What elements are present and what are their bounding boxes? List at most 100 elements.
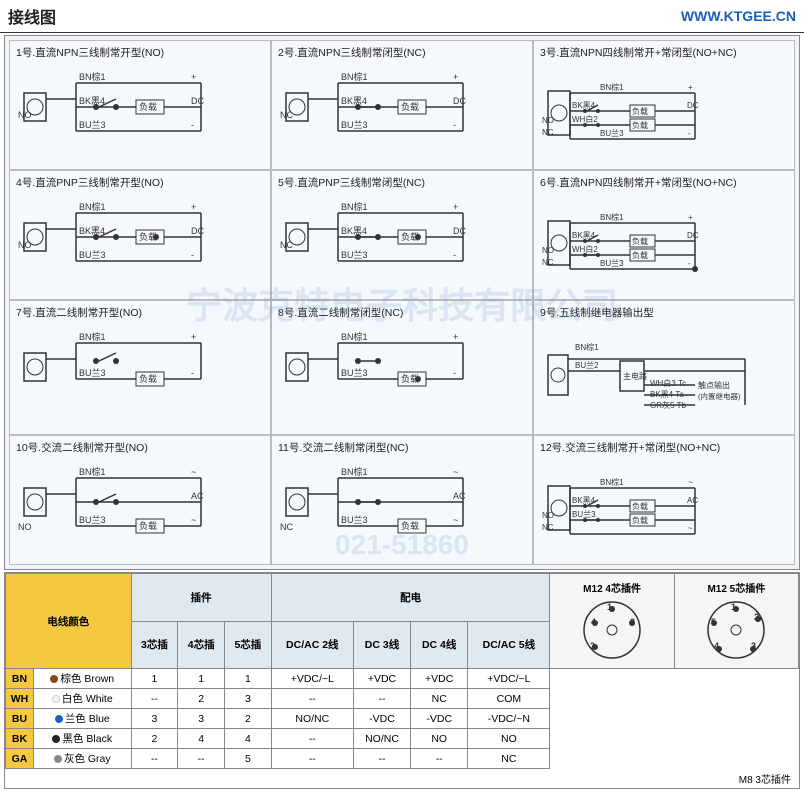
svg-text:+: + xyxy=(688,213,693,222)
power-value: NC xyxy=(468,749,550,769)
svg-text:NC: NC xyxy=(542,523,554,532)
power-value: +VDC xyxy=(411,669,468,689)
plugin-value: 3 xyxy=(131,709,178,729)
svg-text:DC: DC xyxy=(191,226,204,236)
power-value: -- xyxy=(271,749,353,769)
svg-text:NO: NO xyxy=(18,240,32,250)
wire-name: 兰色 Blue xyxy=(34,709,132,729)
diagram-6-title: 6号.直流NPN四线制常开+常闭型(NO+NC) xyxy=(540,175,788,190)
svg-text:负载: 负载 xyxy=(632,515,648,525)
svg-text:~: ~ xyxy=(191,467,196,477)
svg-text:BU兰3: BU兰3 xyxy=(79,249,106,260)
power-value: NO xyxy=(411,729,468,749)
svg-text:+: + xyxy=(191,332,196,342)
power-col-dc5: DC/AC 5线 xyxy=(468,621,550,669)
svg-text:BK黑4: BK黑4 xyxy=(341,96,367,106)
diagram-5-svg: NC BN棕1 + BK黑4 负载 DC BU兰3 - xyxy=(278,193,488,281)
svg-text:WH白3 Tc: WH白3 Tc xyxy=(650,378,686,388)
svg-text:NO: NO xyxy=(18,110,32,120)
page-title: 接线图 xyxy=(8,4,56,28)
svg-text:~: ~ xyxy=(688,478,693,487)
svg-text:~: ~ xyxy=(191,515,196,525)
m12-5pin-diagram: 1 2 3 4 5 xyxy=(701,597,771,662)
svg-text:WH白2: WH白2 xyxy=(572,114,598,124)
plugin-value: 3 xyxy=(225,689,272,709)
power-value: -- xyxy=(271,689,353,709)
diagram-6: 6号.直流NPN四线制常开+常闭型(NO+NC) NO NC BN棕1 + BK… xyxy=(533,170,795,300)
table-row: BU兰色 Blue332NO/NC-VDC-VDC-VDC/~N xyxy=(6,709,799,729)
m12-4pin-area: M12 4芯插件 1 2 3 4 xyxy=(554,578,669,664)
svg-text:BN棕1: BN棕1 xyxy=(79,201,106,212)
power-value: -VDC xyxy=(411,709,468,729)
svg-text:负载: 负载 xyxy=(632,106,648,116)
diagram-4-title: 4号.直流PNP三线制常开型(NO) xyxy=(16,175,264,190)
diagram-8-svg: BN棕1 + BU兰3 负载 - xyxy=(278,323,488,411)
svg-text:-: - xyxy=(191,250,194,260)
wire-name: 白色 White xyxy=(34,689,132,709)
power-value: -- xyxy=(271,729,353,749)
svg-text:AC: AC xyxy=(191,491,204,501)
power-value: +VDC xyxy=(353,669,410,689)
wire-name: 灰色 Gray xyxy=(34,749,132,769)
diagram-4: 4号.直流PNP三线制常开型(NO) NO BN棕1 + BK黑4 负载 DC … xyxy=(9,170,271,300)
power-value: COM xyxy=(468,689,550,709)
svg-text:负载: 负载 xyxy=(632,501,648,511)
wire-table-area: 电线颜色 插件 配电 M12 4芯插件 1 2 xyxy=(4,572,800,789)
m12-4pin-diagram: 1 2 3 4 xyxy=(577,597,647,662)
diagram-10-svg: NO BN棕1 ~ AC BU兰3 负载 ~ xyxy=(16,458,226,546)
plugin-value: 1 xyxy=(178,669,225,689)
power-col-dc3: DC 3线 xyxy=(353,621,410,669)
svg-text:DC: DC xyxy=(453,96,466,106)
svg-text:主电路: 主电路 xyxy=(623,371,647,381)
svg-text:-: - xyxy=(191,368,194,378)
plugin-value: 2 xyxy=(131,729,178,749)
plugin-header: 插件 xyxy=(131,574,271,622)
svg-text:NC: NC xyxy=(542,258,554,267)
color-indicator xyxy=(52,735,60,743)
table-row: BN棕色 Brown111+VDC/~L+VDC+VDC+VDC/~L xyxy=(6,669,799,689)
svg-text:BK黑4: BK黑4 xyxy=(79,226,105,236)
color-indicator xyxy=(52,695,60,703)
svg-text:NC: NC xyxy=(280,240,293,250)
m8-label: M8 3芯插件 xyxy=(5,769,799,788)
svg-text:BN棕1: BN棕1 xyxy=(79,466,106,477)
svg-text:NC: NC xyxy=(280,522,293,532)
svg-text:BU兰3: BU兰3 xyxy=(79,367,106,378)
plugin-value: 4 xyxy=(178,729,225,749)
power-value: -VDC xyxy=(353,709,410,729)
svg-text:BN棕1: BN棕1 xyxy=(79,71,106,82)
diagram-10: 10号.交流二线制常开型(NO) NO BN棕1 ~ AC BU兰3 负载 ~ xyxy=(9,435,271,565)
diagram-8-title: 8号.直流二线制常闭型(NC) xyxy=(278,305,526,320)
plugin-value: -- xyxy=(131,689,178,709)
m12-4pin-label: M12 4芯插件 xyxy=(583,580,641,595)
svg-text:BU兰3: BU兰3 xyxy=(341,249,368,260)
plugin-value: 5 xyxy=(225,749,272,769)
plugin-value: 2 xyxy=(178,689,225,709)
wire-abbr: BK xyxy=(6,729,34,749)
svg-text:DC: DC xyxy=(453,226,466,236)
svg-text:BN棕1: BN棕1 xyxy=(575,342,599,352)
header: 接线图 WWW.KTGEE.CN xyxy=(0,0,804,33)
m12-5pin-area: M12 5芯插件 1 2 3 4 5 xyxy=(679,578,794,664)
plugin-col-4: 4芯插 xyxy=(178,621,225,669)
plugin-value: 3 xyxy=(178,709,225,729)
table-row: WH白色 White--23----NCCOM xyxy=(6,689,799,709)
wiring-diagrams-area: 宁波克特电子科技有限公司 021-51860 1号.直流NPN三线制常开型(NO… xyxy=(4,35,800,570)
wire-abbr: BU xyxy=(6,709,34,729)
wire-name: 棕色 Brown xyxy=(34,669,132,689)
website-url: WWW.KTGEE.CN xyxy=(681,8,796,24)
plugin-value: -- xyxy=(178,749,225,769)
svg-text:AC: AC xyxy=(453,491,466,501)
svg-text:BK黑4: BK黑4 xyxy=(341,226,367,236)
diagram-7-svg: BN棕1 + BU兰3 负载 - xyxy=(16,323,226,411)
svg-text:-: - xyxy=(453,120,456,130)
svg-text:BU兰3: BU兰3 xyxy=(572,509,596,519)
plugin-col-3: 3芯插 xyxy=(131,621,178,669)
svg-text:~: ~ xyxy=(688,524,693,533)
diagram-4-svg: NO BN棕1 + BK黑4 负载 DC BU兰3 - xyxy=(16,193,226,281)
svg-text:负载: 负载 xyxy=(632,120,648,130)
plugin-value: 1 xyxy=(225,669,272,689)
svg-text:BN棕1: BN棕1 xyxy=(341,201,368,212)
power-value: NO/NC xyxy=(353,729,410,749)
svg-text:BU兰3: BU兰3 xyxy=(600,258,624,268)
